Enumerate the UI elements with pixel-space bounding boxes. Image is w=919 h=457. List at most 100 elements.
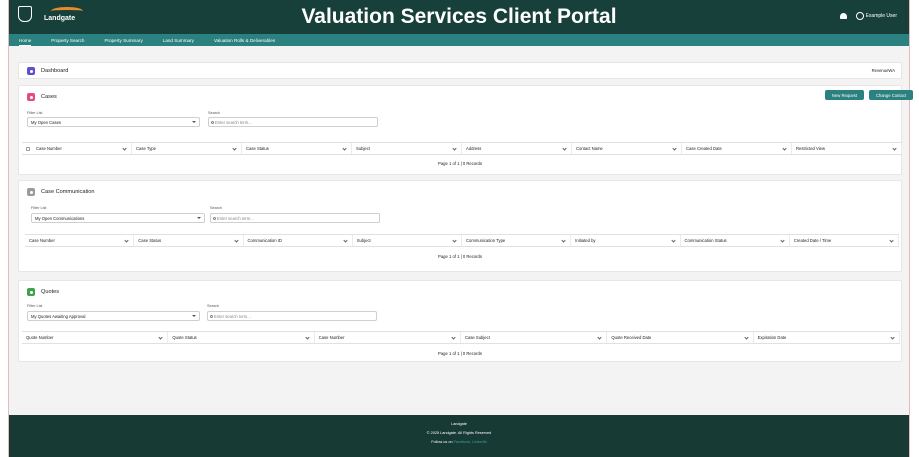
- chevron-down-icon[interactable]: [343, 238, 348, 243]
- cases-icon: [27, 93, 35, 101]
- nav-property-search[interactable]: Property Search: [51, 38, 84, 43]
- col-quote-status[interactable]: Quote Status: [168, 332, 315, 343]
- footer-copyright: © 2025 Landgate. All Rights Reserved: [426, 431, 492, 435]
- chevron-down-icon[interactable]: [890, 335, 895, 340]
- cases-filter-label: Filter List: [27, 111, 43, 115]
- col-case-number[interactable]: Case Number: [25, 235, 135, 246]
- chevron-down-icon[interactable]: [561, 238, 566, 243]
- chevron-down-icon[interactable]: [452, 238, 457, 243]
- cases-pager: Page 1 of 1 | 0 Records: [438, 161, 482, 166]
- nav-valuation-rolls[interactable]: Valuation Rolls & Deliverables: [214, 38, 275, 43]
- col-communication-type[interactable]: Communication Type: [462, 235, 572, 246]
- col-quote-received-date[interactable]: Quote Received Date: [607, 332, 754, 343]
- col-expiration-date[interactable]: Expiration Date: [754, 332, 900, 343]
- chevron-down-icon[interactable]: [889, 238, 894, 243]
- communication-card: Case Communication Filter List My Open C…: [18, 180, 902, 272]
- quotes-search-input[interactable]: Enter search term...: [207, 311, 377, 321]
- cases-table-header: Case Number Case Type Case Status Subjec…: [22, 142, 902, 155]
- cases-title: Cases: [41, 94, 57, 100]
- quotes-card: Quotes Filter List My Quotes Awaiting Ap…: [18, 280, 902, 362]
- chevron-down-icon[interactable]: [452, 146, 457, 151]
- chevron-down-icon[interactable]: [124, 238, 129, 243]
- footer: Landgate © 2025 Landgate. All Rights Res…: [9, 415, 909, 457]
- page-title: Valuation Services Client Portal: [301, 5, 617, 28]
- nav-land-summary[interactable]: Land Summary: [163, 38, 194, 43]
- dashboard-card: Dashboard RevenueWA: [18, 62, 902, 79]
- chevron-down-icon[interactable]: [562, 146, 567, 151]
- col-case-status[interactable]: Case Status: [134, 235, 244, 246]
- change-contact-button[interactable]: Change Contact: [869, 90, 913, 100]
- footer-brand: Landgate: [451, 422, 467, 426]
- dashboard-icon: [27, 67, 35, 75]
- nav-property-summary[interactable]: Property Summary: [104, 38, 142, 43]
- notification-bell-icon[interactable]: [839, 13, 847, 19]
- footer-follow: Follow us on Facebook, LinkedIn: [431, 440, 487, 444]
- portal-frame: Landgate Valuation Services Client Porta…: [8, 0, 913, 457]
- col-case-number[interactable]: Case Number: [22, 143, 132, 154]
- col-case-status[interactable]: Case Status: [242, 143, 352, 154]
- search-icon: [213, 217, 216, 220]
- chevron-down-icon[interactable]: [597, 335, 602, 340]
- revenue-wa-label: RevenueWA: [871, 68, 895, 73]
- comm-search-label: Search: [210, 206, 223, 210]
- comm-table-header: Case Number Case Status Communication ID…: [25, 234, 899, 247]
- comm-pager: Page 1 of 1 | 0 Records: [438, 254, 482, 259]
- chevron-down-icon[interactable]: [233, 238, 239, 243]
- col-contact-name[interactable]: Contact Name: [572, 143, 682, 154]
- quotes-pager: Page 1 of 1 | 0 Records: [438, 351, 482, 356]
- quotes-table-header: Quote Number Quote Status Case Number Ca…: [22, 331, 900, 344]
- chevron-down-icon[interactable]: [158, 335, 163, 340]
- chevron-down-icon[interactable]: [451, 335, 456, 340]
- chevron-down-icon[interactable]: [892, 146, 897, 151]
- user-name[interactable]: Example User: [866, 13, 897, 19]
- chevron-down-icon[interactable]: [672, 146, 677, 151]
- comm-filter-label: Filter List: [31, 206, 47, 210]
- cases-filter-select[interactable]: My Open Cases: [27, 117, 200, 127]
- col-communication-status[interactable]: Communication Status: [681, 235, 790, 246]
- cases-search-input[interactable]: Enter search term...: [208, 117, 378, 127]
- dashboard-title: Dashboard: [41, 68, 69, 74]
- chevron-down-icon[interactable]: [780, 238, 785, 243]
- quotes-filter-label: Filter List: [27, 304, 43, 308]
- chevron-down-icon: [192, 121, 196, 123]
- chevron-down-icon[interactable]: [744, 335, 749, 340]
- new-request-button[interactable]: New Request: [825, 90, 864, 100]
- col-restricted-view[interactable]: Restricted View: [792, 143, 902, 154]
- header-bar: Landgate Valuation Services Client Porta…: [9, 0, 909, 34]
- chevron-down-icon[interactable]: [232, 146, 237, 151]
- chevron-down-icon: [192, 315, 196, 317]
- quotes-icon: [27, 288, 35, 296]
- col-created-date-time[interactable]: Created Date / Time: [790, 235, 899, 246]
- chevron-down-icon[interactable]: [122, 146, 127, 151]
- cases-card: Cases New Request Change Contact Filter …: [18, 85, 913, 175]
- col-subject[interactable]: Subject: [353, 235, 462, 246]
- chevron-down-icon[interactable]: [670, 238, 676, 243]
- search-icon: [210, 315, 213, 318]
- chevron-down-icon[interactable]: [305, 335, 310, 340]
- quotes-filter-select[interactable]: My Quotes Awaiting Approval: [27, 311, 200, 321]
- col-case-type[interactable]: Case Type: [132, 143, 242, 154]
- communication-title: Case Communication: [41, 189, 95, 195]
- main-nav: Home Property Search Property Summary La…: [9, 34, 909, 46]
- chevron-down-icon[interactable]: [342, 146, 347, 151]
- nav-home[interactable]: Home: [19, 38, 32, 46]
- col-case-number[interactable]: Case Number: [315, 332, 461, 343]
- quotes-title: Quotes: [41, 289, 60, 295]
- comm-filter-select[interactable]: My Open Communications: [31, 213, 205, 223]
- user-avatar-icon[interactable]: [855, 12, 864, 20]
- select-all-checkbox[interactable]: [26, 146, 30, 151]
- col-communication-id[interactable]: Communication ID: [244, 235, 353, 246]
- col-address[interactable]: Address: [462, 143, 572, 154]
- quotes-search-label: Search: [207, 304, 220, 308]
- chevron-down-icon: [197, 217, 201, 219]
- col-case-subject[interactable]: Case Subject: [461, 332, 608, 343]
- communication-icon: [27, 188, 35, 196]
- col-quote-number[interactable]: Quote Number: [22, 332, 169, 343]
- search-icon: [211, 121, 214, 124]
- col-case-created-date[interactable]: Case Created Date: [682, 143, 792, 154]
- comm-search-input[interactable]: Enter search term...: [210, 213, 380, 223]
- chevron-down-icon[interactable]: [782, 146, 787, 151]
- social-links[interactable]: Facebook, LinkedIn: [454, 440, 487, 444]
- col-subject[interactable]: Subject: [352, 143, 462, 154]
- col-initiated-by[interactable]: Initiated by: [571, 235, 681, 246]
